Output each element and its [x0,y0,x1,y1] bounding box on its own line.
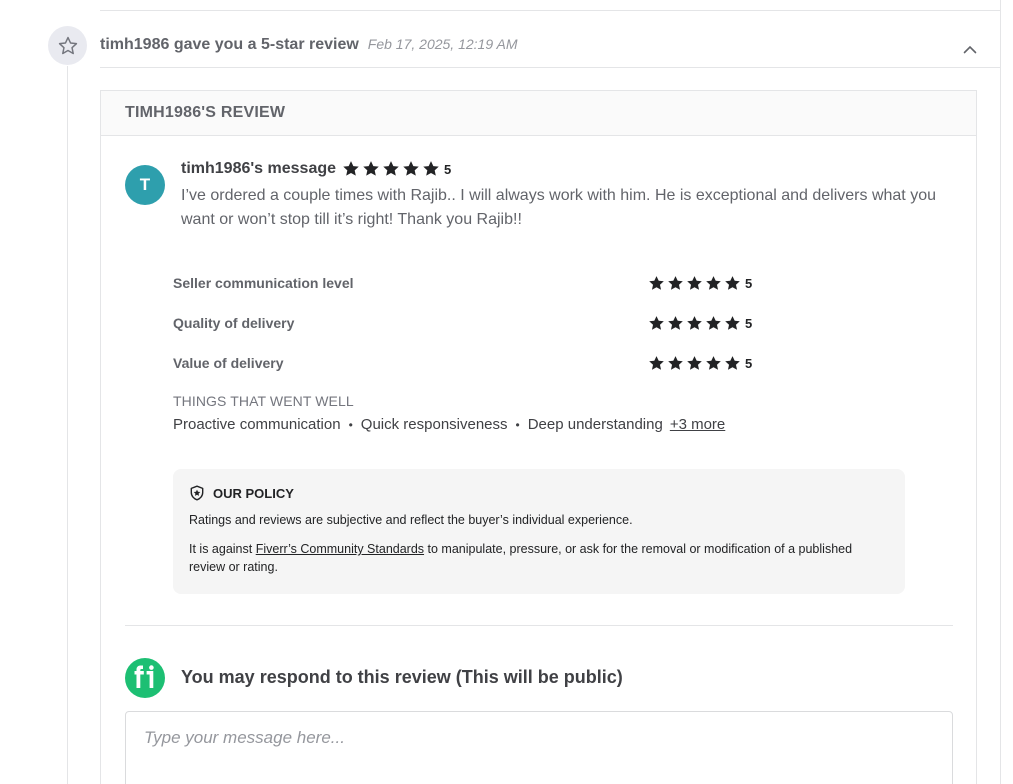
avatar: T [125,165,165,205]
rating-stars [648,275,743,292]
policy-text: Ratings and reviews are subjective and r… [189,513,633,527]
star-icon [649,315,664,330]
star-icon [706,315,721,330]
rating-row-quality: Quality of delivery 5 [173,303,753,343]
event-header: timh1986 gave you a 5-star review Feb 17… [100,36,518,54]
rating-value: 5 [745,275,753,291]
star-icon [383,161,399,176]
reply-textarea[interactable] [125,711,953,784]
rating-label: Seller communication level [173,275,354,291]
rating-breakdown: Seller communication level 5 Quality of … [173,263,753,383]
star-icon [706,355,721,370]
star-icon [649,355,664,370]
tag-item: Quick responsiveness [360,416,508,433]
went-well-tags: Proactive communication • Quick responsi… [173,416,725,433]
rating-stars [648,355,743,372]
rating-stars-wrap: 5 [648,275,753,292]
message-author: timh1986's message [181,160,337,177]
star-icon [403,161,419,176]
rating-value: 5 [745,315,753,331]
star-icon [343,161,359,176]
header-divider [100,67,1000,68]
tag-item: Deep understanding [527,416,663,433]
respond-title: You may respond to this review (This wil… [181,667,623,687]
star-icon [687,275,702,290]
review-message: I’ve ordered a couple times with Rajib..… [181,187,936,228]
tag-separator: • [515,417,520,432]
star-icon [649,275,664,290]
avatar-letter: T [139,175,151,194]
rating-stars-wrap: 5 [648,315,753,332]
rating-stars-wrap: 5 [648,355,753,372]
rating-value: 5 [745,355,753,371]
went-well-title: THINGS THAT WENT WELL [173,393,354,409]
policy-text-prefix: It is against [189,542,256,556]
community-standards-link[interactable]: Fiverr’s Community Standards [256,542,424,556]
rating-stars [648,315,743,332]
star-icon [687,315,702,330]
rating-label: Value of delivery [173,355,284,371]
rating-label: Quality of delivery [173,315,295,331]
overall-rating-stars [342,160,442,178]
tag-separator: • [348,417,353,432]
star-icon [706,275,721,290]
review-card-header: TIMH1986'S REVIEW [101,91,976,136]
message-header: timh1986's message 5 [181,160,451,178]
rating-row-communication: Seller communication level 5 [173,263,753,303]
star-icon [687,355,702,370]
respond-divider [125,625,953,626]
fiverr-logo-icon [125,658,165,698]
star-icon [363,161,379,176]
shield-star-icon [190,485,204,501]
star-icon [725,315,740,330]
review-card-title: TIMH1986'S REVIEW [125,104,286,121]
panel-right-border [1000,0,1001,784]
star-icon [725,355,740,370]
chevron-up-icon [963,45,977,53]
policy-text-standards: It is against Fiverr’s Community Standar… [189,540,889,576]
overall-rating-value: 5 [444,161,452,177]
top-divider [100,10,1000,11]
star-icon [423,161,439,176]
policy-title: OUR POLICY [213,485,294,501]
rating-row-value: Value of delivery 5 [173,343,753,383]
collapse-button[interactable] [960,42,980,56]
policy-header: OUR POLICY [189,485,889,501]
event-title: timh1986 gave you a 5-star review [100,36,359,53]
tag-item: Proactive communication [173,416,341,433]
policy-box: OUR POLICY Ratings and reviews are subje… [173,469,905,594]
event-timestamp: Feb 17, 2025, 12:19 AM [367,36,518,52]
star-icon [668,275,683,290]
review-card: TIMH1986'S REVIEW T timh1986's message 5… [100,90,977,784]
more-tags-link[interactable]: +3 more [670,416,725,433]
star-icon [668,315,683,330]
timeline-line [67,66,68,784]
star-icon [725,275,740,290]
star-icon [668,355,683,370]
star-outline-icon [48,26,87,65]
